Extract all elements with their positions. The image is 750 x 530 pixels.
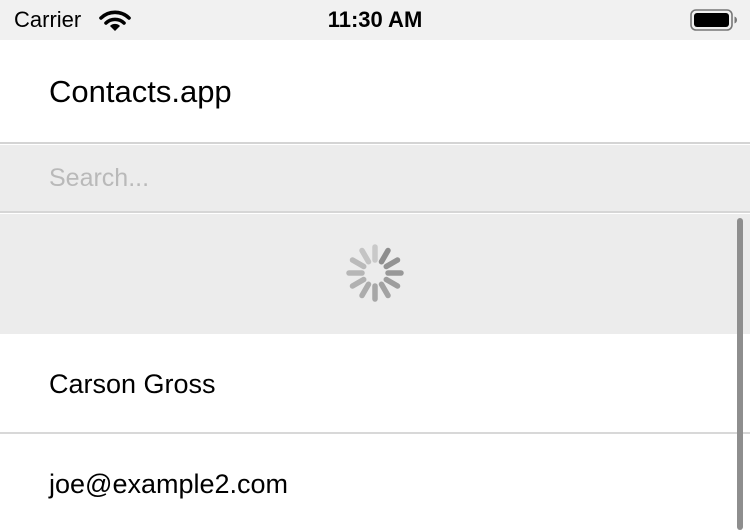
contact-list-item[interactable]: Carson Gross (0, 334, 750, 434)
scrollbar[interactable] (737, 218, 743, 530)
status-bar: Carrier 11:30 AM (0, 0, 750, 40)
contacts-screen: Carrier 11:30 AM Contacts.app Search... … (0, 0, 750, 530)
search-input[interactable] (0, 145, 750, 211)
battery-icon (690, 9, 737, 31)
spinner-icon (346, 244, 404, 302)
search-bar (0, 145, 750, 213)
contact-label: joe@example2.com (49, 469, 289, 499)
contact-list-item[interactable]: joe@example2.com (0, 434, 750, 530)
contact-label: Carson Gross (49, 369, 216, 399)
status-time: 11:30 AM (327, 7, 423, 32)
page-title: Contacts.app (49, 74, 232, 109)
nav-header: Contacts.app (0, 40, 750, 144)
